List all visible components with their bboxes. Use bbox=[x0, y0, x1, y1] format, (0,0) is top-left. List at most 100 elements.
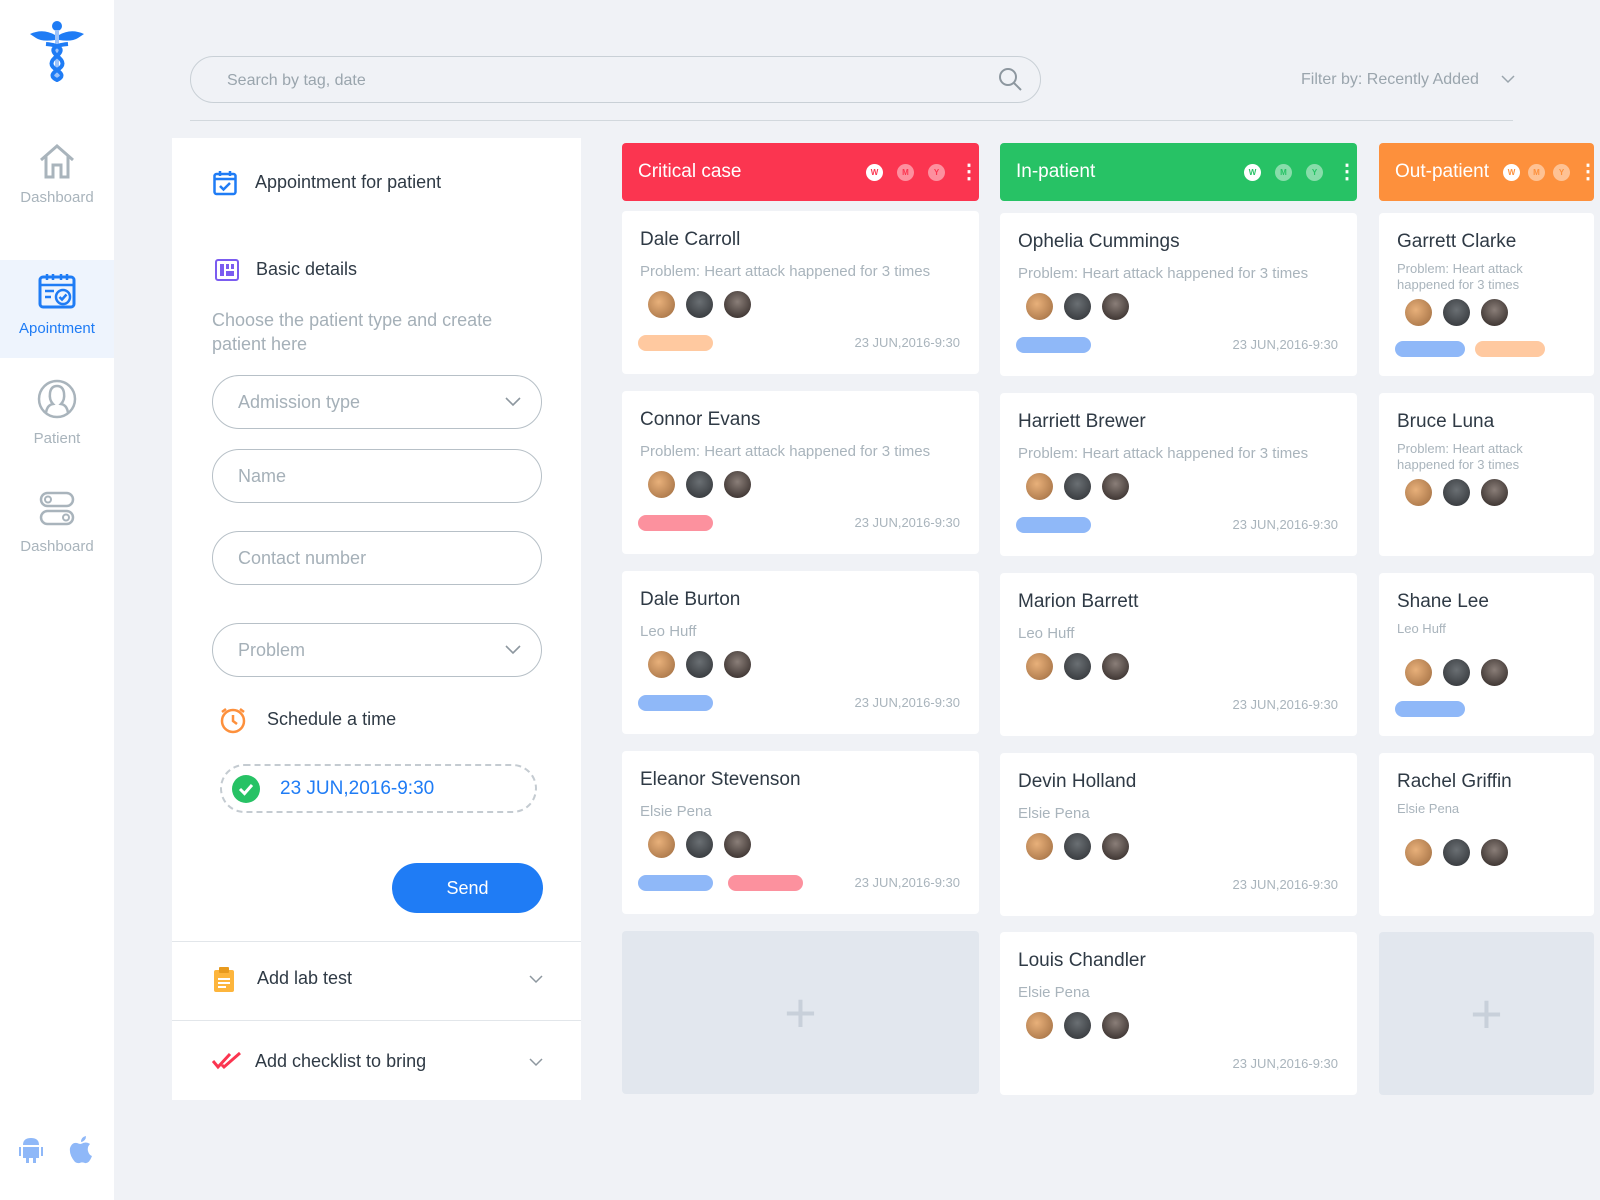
doctor-avatar[interactable] bbox=[686, 651, 713, 678]
doctor-avatar[interactable] bbox=[1026, 1012, 1053, 1039]
doctor-avatar[interactable] bbox=[1026, 833, 1053, 860]
tag-pill[interactable] bbox=[728, 875, 803, 891]
member-avatar[interactable]: M bbox=[1275, 163, 1292, 181]
tag-pill[interactable] bbox=[1016, 517, 1091, 533]
doctor-avatar[interactable] bbox=[648, 471, 675, 498]
add-card-button[interactable]: + bbox=[1379, 932, 1594, 1095]
patient-card[interactable]: Garrett Clarke Problem: Heart attack happ… bbox=[1379, 213, 1594, 376]
patient-name: Shane Lee bbox=[1397, 591, 1489, 612]
doctor-avatar[interactable] bbox=[1026, 293, 1053, 320]
doctor-avatar[interactable] bbox=[724, 651, 751, 678]
filter-dropdown[interactable]: Filter by: Recently Added bbox=[1301, 71, 1515, 89]
doctor-avatar[interactable] bbox=[1102, 1012, 1129, 1039]
doctor-avatar[interactable] bbox=[1481, 299, 1508, 326]
doctor-avatar[interactable] bbox=[686, 471, 713, 498]
tag-pill[interactable] bbox=[638, 875, 713, 891]
member-avatar[interactable]: Y bbox=[928, 163, 945, 181]
doctor-avatar[interactable] bbox=[1405, 479, 1432, 506]
member-avatar[interactable]: Y bbox=[1306, 163, 1323, 181]
doctor-avatar[interactable] bbox=[1102, 833, 1129, 860]
doctor-avatar[interactable] bbox=[1443, 479, 1470, 506]
tag-pill[interactable] bbox=[1395, 701, 1465, 717]
tag-pill[interactable] bbox=[1475, 341, 1545, 357]
doctor-avatar[interactable] bbox=[1064, 473, 1091, 500]
member-avatar[interactable]: W bbox=[866, 163, 883, 181]
doctor-avatar[interactable] bbox=[1026, 473, 1053, 500]
add-checklist-section[interactable]: Add checklist to bring bbox=[172, 1020, 581, 1100]
doctor-avatar[interactable] bbox=[724, 831, 751, 858]
doctor-avatar[interactable] bbox=[1443, 299, 1470, 326]
search-input[interactable]: Search by tag, date bbox=[190, 56, 1041, 103]
member-avatar[interactable]: W bbox=[1244, 163, 1261, 181]
member-avatar[interactable]: Y bbox=[1553, 163, 1570, 181]
doctor-avatar[interactable] bbox=[1064, 293, 1091, 320]
doctor-avatar[interactable] bbox=[1405, 839, 1432, 866]
tag-pill[interactable] bbox=[638, 515, 713, 531]
patient-card[interactable]: Bruce Luna Problem: Heart attack happened… bbox=[1379, 393, 1594, 556]
doctor-avatar[interactable] bbox=[1064, 1012, 1091, 1039]
sidebar-item-dashboard[interactable]: Dashboard bbox=[0, 143, 114, 233]
contact-number-input[interactable]: Contact number bbox=[212, 531, 542, 585]
patient-card[interactable]: Dale Burton Leo Huff 23 JUN,2016-9:30 bbox=[622, 571, 979, 734]
doctor-avatar[interactable] bbox=[1405, 299, 1432, 326]
patient-card[interactable]: Rachel Griffin Elsie Pena bbox=[1379, 753, 1594, 916]
problem-select[interactable]: Problem bbox=[212, 623, 542, 677]
admission-type-placeholder: Admission type bbox=[238, 392, 361, 412]
more-options-icon[interactable]: ⋮ bbox=[959, 143, 979, 201]
doctor-avatar[interactable] bbox=[648, 651, 675, 678]
add-card-button[interactable]: + bbox=[622, 931, 979, 1094]
tag-pill[interactable] bbox=[638, 335, 713, 351]
search-icon[interactable] bbox=[998, 67, 1022, 91]
name-input[interactable]: Name bbox=[212, 449, 542, 503]
doctor-avatar[interactable] bbox=[1102, 653, 1129, 680]
member-avatar[interactable]: W bbox=[1503, 163, 1520, 181]
doctor-avatar[interactable] bbox=[724, 291, 751, 318]
apple-icon[interactable] bbox=[68, 1135, 94, 1165]
doctor-avatar[interactable] bbox=[648, 831, 675, 858]
datetime-value: 23 JUN,2016-9:30 bbox=[280, 778, 435, 799]
sidebar-item-patient[interactable]: Patient bbox=[0, 378, 114, 468]
doctor-avatar[interactable] bbox=[1481, 659, 1508, 686]
doctor-avatar[interactable] bbox=[1064, 653, 1091, 680]
patient-card[interactable]: Devin Holland Elsie Pena 23 JUN,2016-9:30 bbox=[1000, 753, 1357, 916]
patient-card[interactable]: Harriett Brewer Problem: Heart attack hap… bbox=[1000, 393, 1357, 556]
tag-pill[interactable] bbox=[638, 695, 713, 711]
patient-card[interactable]: Dale Carroll Problem: Heart attack happen… bbox=[622, 211, 979, 374]
admission-type-select[interactable]: Admission type bbox=[212, 375, 542, 429]
member-avatar[interactable]: M bbox=[897, 163, 914, 181]
doctor-avatar[interactable] bbox=[1102, 473, 1129, 500]
patient-card[interactable]: Louis Chandler Elsie Pena 23 JUN,2016-9:30 bbox=[1000, 932, 1357, 1095]
doctor-avatar[interactable] bbox=[648, 291, 675, 318]
patient-card[interactable]: Shane Lee Leo Huff bbox=[1379, 573, 1594, 736]
datetime-picker[interactable]: 23 JUN,2016-9:30 bbox=[220, 764, 537, 813]
tag-pill[interactable] bbox=[1395, 341, 1465, 357]
send-button[interactable]: Send bbox=[392, 863, 543, 913]
sidebar-item-dashboard-2[interactable]: Dashboard bbox=[0, 490, 114, 580]
sidebar-item-apointment[interactable]: Apointment bbox=[0, 260, 114, 358]
doctor-avatar[interactable] bbox=[1481, 839, 1508, 866]
patient-card[interactable]: Eleanor Stevenson Elsie Pena 23 JUN,2016-9… bbox=[622, 751, 979, 914]
doctor-avatar[interactable] bbox=[1026, 653, 1053, 680]
doctor-avatar[interactable] bbox=[686, 831, 713, 858]
card-date: 23 JUN,2016-9:30 bbox=[1232, 697, 1338, 712]
doctor-avatar[interactable] bbox=[686, 291, 713, 318]
doctor-avatar[interactable] bbox=[724, 471, 751, 498]
patient-card[interactable]: Connor Evans Problem: Heart attack happen… bbox=[622, 391, 979, 554]
patient-card[interactable]: Ophelia Cummings Problem: Heart attack ha… bbox=[1000, 213, 1357, 376]
doctor-avatar[interactable] bbox=[1481, 479, 1508, 506]
member-avatar[interactable]: M bbox=[1528, 163, 1545, 181]
doctor-avatar[interactable] bbox=[1443, 839, 1470, 866]
android-icon[interactable] bbox=[18, 1135, 44, 1163]
patient-subtitle: Problem: Heart attack happened for 3 tim… bbox=[1397, 261, 1523, 292]
more-options-icon[interactable]: ⋮ bbox=[1578, 143, 1598, 201]
add-checklist-label: Add checklist to bring bbox=[255, 1051, 427, 1071]
form-title: Appointment for patient bbox=[255, 172, 442, 192]
add-lab-test-section[interactable]: Add lab test bbox=[172, 941, 581, 1021]
doctor-avatar[interactable] bbox=[1064, 833, 1091, 860]
doctor-avatar[interactable] bbox=[1102, 293, 1129, 320]
doctor-avatar[interactable] bbox=[1443, 659, 1470, 686]
patient-card[interactable]: Marion Barrett Leo Huff 23 JUN,2016-9:30 bbox=[1000, 573, 1357, 736]
doctor-avatar[interactable] bbox=[1405, 659, 1432, 686]
tag-pill[interactable] bbox=[1016, 337, 1091, 353]
more-options-icon[interactable]: ⋮ bbox=[1337, 143, 1357, 201]
